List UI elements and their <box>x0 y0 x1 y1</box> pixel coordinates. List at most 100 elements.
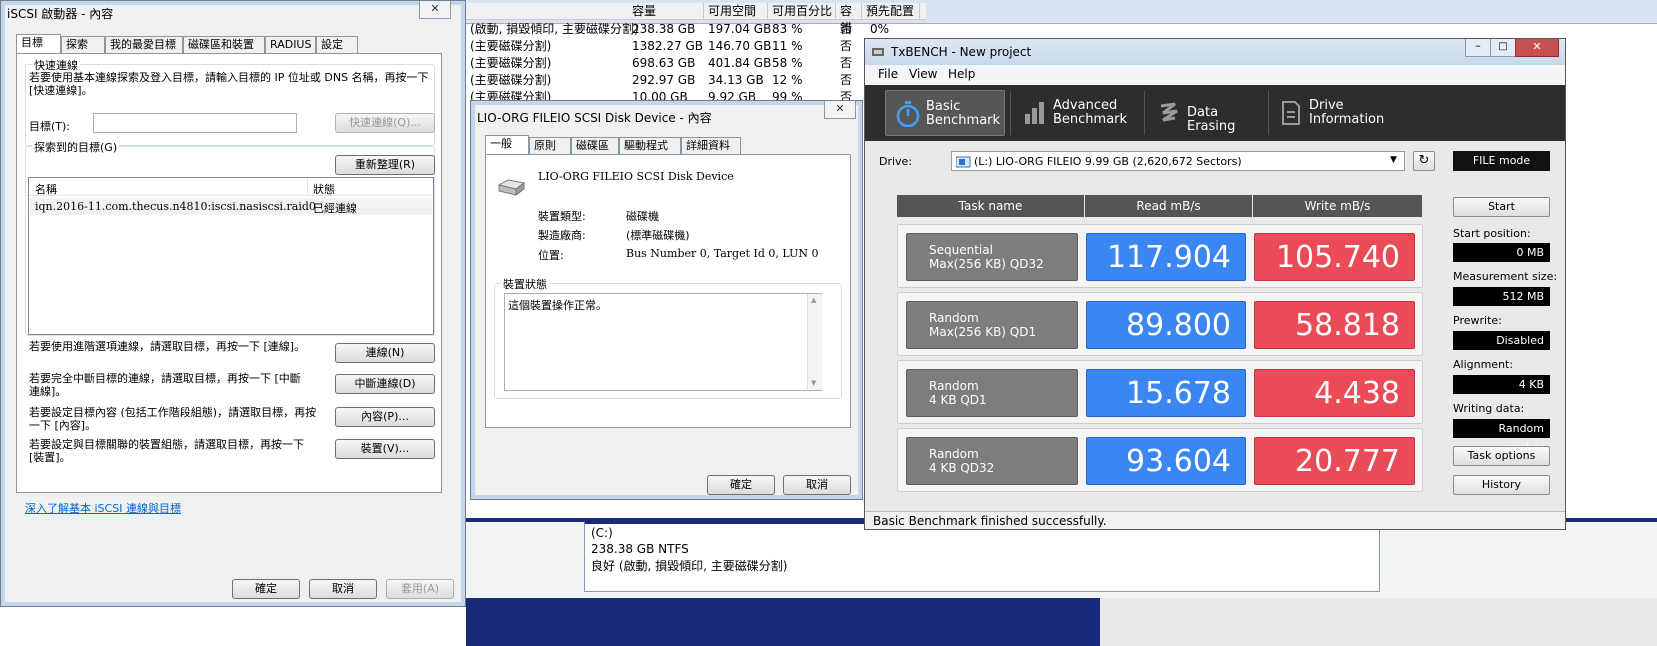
tab-policy[interactable]: 原則 <box>529 137 571 154</box>
window-title: iSCSI 啟動器 - 內容 <box>7 7 114 21</box>
targets-list[interactable]: 名稱 狀態 iqn.2016-11.com.thecus.n4810:iscsi… <box>28 177 434 335</box>
column-header-capacity[interactable]: 容量 <box>628 3 704 20</box>
tab-line: Data Erasing <box>1187 105 1236 134</box>
disk-drive-icon <box>497 179 526 196</box>
apply-button[interactable]: 套用(A) <box>386 579 454 599</box>
column-header-fault[interactable]: 容錯 <box>836 3 862 35</box>
volume-capacity: 698.63 GB <box>632 56 696 70</box>
measurement-size-value[interactable]: 512 MB <box>1453 287 1550 306</box>
maximize-button[interactable]: □ <box>1490 39 1516 57</box>
volume-percent: 12 % <box>772 73 803 87</box>
mode-indicator: FILE mode <box>1453 151 1550 171</box>
start-button[interactable]: Start <box>1453 197 1550 217</box>
close-button[interactable]: ✕ <box>824 101 856 119</box>
chevron-down-icon[interactable]: ▼ <box>1390 155 1397 165</box>
scroll-down-icon[interactable]: ▼ <box>811 379 816 387</box>
tab-data-erasing[interactable]: Data Erasing <box>1147 90 1267 136</box>
task-label[interactable]: Random 4 KB QD32 <box>906 437 1078 485</box>
column-header-status[interactable]: 狀態 <box>313 181 335 197</box>
minimize-button[interactable]: – <box>1465 39 1491 57</box>
ok-button[interactable]: 確定 <box>232 579 300 599</box>
volume-row[interactable]: (主要磁碟分割) 292.97 GB 34.13 GB 12 % 否 0% <box>466 72 926 89</box>
column-divider <box>307 178 308 196</box>
disconnect-button[interactable]: 中斷連線(D) <box>335 374 435 394</box>
discovered-targets-label: 探索到的目標(G) <box>32 139 120 155</box>
close-icon: ✕ <box>430 2 440 15</box>
tab-advanced-benchmark[interactable]: Advanced Benchmark <box>1013 90 1141 136</box>
tab-favorite-targets[interactable]: 我的最愛目標 <box>105 36 183 53</box>
volume-percent: 83 % <box>772 22 803 36</box>
alignment-value[interactable]: 4 KB <box>1453 375 1550 394</box>
scrollbar[interactable]: ▲ ▼ <box>807 294 822 390</box>
tab-drive-information[interactable]: Drive Information <box>1269 90 1389 136</box>
disk-partition-c[interactable]: (C:) 238.38 GB NTFS 良好 (啟動, 損毀傾印, 主要磁碟分割… <box>584 520 1380 592</box>
scroll-up-icon[interactable]: ▲ <box>811 296 816 304</box>
connect-button[interactable]: 連線(N) <box>335 343 435 363</box>
task-label[interactable]: Random 4 KB QD1 <box>906 369 1078 417</box>
cancel-button[interactable]: 取消 <box>783 475 851 495</box>
volume-row[interactable]: (啟動, 損毀傾印, 主要磁碟分割) 238.38 GB 197.04 GB 8… <box>466 21 926 38</box>
refresh-button[interactable]: 重新整理(R) <box>335 155 435 175</box>
eraser-icon <box>1160 102 1178 122</box>
properties-button[interactable]: 內容(P)... <box>335 407 435 427</box>
volume-fault: 否 <box>840 39 853 53</box>
write-value: 4.438 <box>1254 369 1415 417</box>
column-header-free[interactable]: 可用空間 <box>704 3 768 20</box>
device-status-textbox[interactable]: 這個裝置操作正常。 ▲ ▼ <box>504 293 822 391</box>
devices-button[interactable]: 裝置(V)... <box>335 439 435 459</box>
menu-view[interactable]: View <box>909 67 937 81</box>
menu-file[interactable]: File <box>878 67 898 81</box>
learn-more-link[interactable]: 深入了解基本 iSCSI 連線與目標 <box>25 500 181 516</box>
tab-radius[interactable]: RADIUS <box>265 36 316 53</box>
device-status-text: 這個裝置操作正常。 <box>508 299 607 312</box>
task-line: Max(256 KB) QD1 <box>929 325 1037 339</box>
connect-description: 若要使用進階選項連線，請選取目標，再按一下 [連線]。 <box>29 340 306 353</box>
menu-bar: File View Help <box>865 65 1565 85</box>
minimize-icon: – <box>1475 39 1481 52</box>
write-value: 58.818 <box>1254 301 1415 349</box>
tab-settings[interactable]: 設定 <box>316 36 358 53</box>
task-label[interactable]: Random Max(256 KB) QD1 <box>906 301 1078 349</box>
tab-panel-target: 快速連線 若要使用基本連線探索及登入目標，請輸入目標的 IP 位址或 DNS 名… <box>16 53 442 493</box>
task-line: Sequential <box>929 243 993 257</box>
read-value: 93.604 <box>1086 437 1246 485</box>
tab-driver[interactable]: 驅動程式 <box>619 137 681 154</box>
volume-row[interactable]: (主要磁碟分割) 698.63 GB 401.84 GB 58 % 否 0% <box>466 55 926 72</box>
tab-volumes[interactable]: 磁碟區 <box>571 137 619 154</box>
tab-volumes-devices[interactable]: 磁碟區和裝置 <box>183 36 265 53</box>
writing-data-value[interactable]: Random number <box>1453 419 1550 454</box>
cancel-button[interactable]: 取消 <box>309 579 377 599</box>
volume-row[interactable]: (主要磁碟分割) 1382.27 GB 146.70 GB 11 % 否 0% <box>466 38 926 55</box>
close-icon: ✕ <box>835 102 845 115</box>
quick-connect-button[interactable]: 快速連線(Q)... <box>335 113 435 133</box>
tab-general[interactable]: 一般 <box>485 135 529 154</box>
column-header-name[interactable]: 名稱 <box>35 181 57 197</box>
ok-button[interactable]: 確定 <box>707 475 775 495</box>
manufacturer-value: (標準磁碟機) <box>626 229 690 242</box>
volume-capacity: 238.38 GB <box>632 22 696 36</box>
disk-map-band <box>466 598 1106 646</box>
menu-help[interactable]: Help <box>948 67 975 81</box>
prewrite-value[interactable]: Disabled <box>1453 331 1550 350</box>
drive-select[interactable]: (L:) LIO-ORG FILEIO 9.99 GB (2,620,672 S… <box>951 151 1405 171</box>
close-button[interactable]: ✕ <box>419 1 451 19</box>
manufacturer-label: 製造廠商: <box>538 229 586 242</box>
tab-basic-benchmark[interactable]: Basic Benchmark <box>885 90 1005 136</box>
tab-target[interactable]: 目標 <box>16 34 61 53</box>
properties-description: 若要設定目標內容 (包括工作階段組態)，請選取目標，再按一下 [內容]。 <box>29 406 317 432</box>
column-header-percent[interactable]: 可用百分比 <box>768 3 836 20</box>
table-row[interactable]: iqn.2016-11.com.thecus.n4810:iscsi.nasis… <box>30 198 432 215</box>
location-value: Bus Number 0, Target Id 0, LUN 0 <box>626 247 819 260</box>
volume-fault: 否 <box>840 56 853 70</box>
close-button[interactable]: ✕ <box>1515 39 1559 57</box>
task-label[interactable]: Sequential Max(256 KB) QD32 <box>906 233 1078 281</box>
task-options-button[interactable]: Task options <box>1453 446 1550 466</box>
column-header-prealloc[interactable]: 預先配置 <box>862 3 920 20</box>
quick-connect-description: 若要使用基本連線探索及登入目標，請輸入目標的 IP 位址或 DNS 名稱，再按一… <box>29 71 429 97</box>
tab-details[interactable]: 詳細資料 <box>681 137 741 154</box>
refresh-drive-button[interactable]: ↻ <box>1413 151 1435 171</box>
start-position-value[interactable]: 0 MB <box>1453 243 1550 262</box>
target-input[interactable] <box>93 113 297 133</box>
history-button[interactable]: History <box>1453 475 1550 495</box>
tab-discovery[interactable]: 探索 <box>61 36 105 53</box>
